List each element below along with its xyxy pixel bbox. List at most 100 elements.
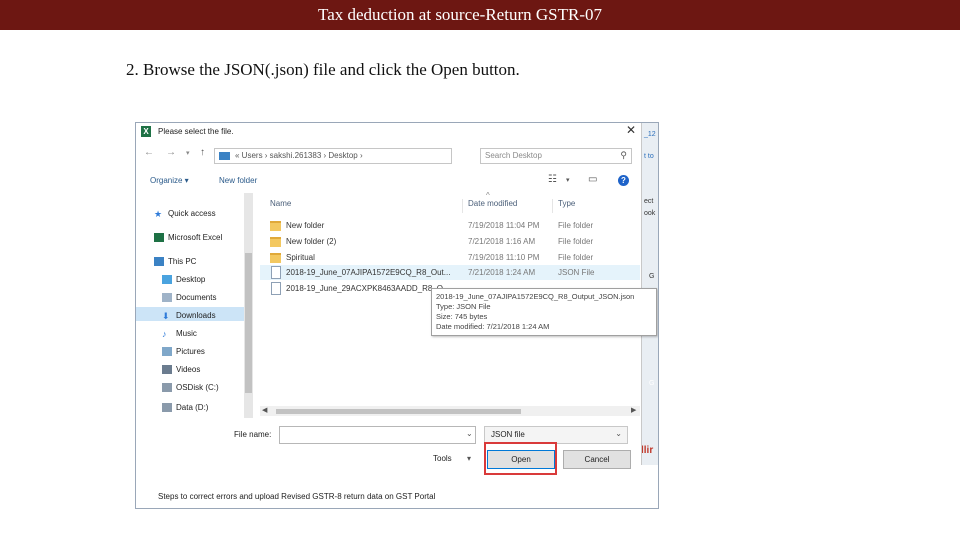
pictures-icon: [162, 347, 172, 357]
tooltip-date: Date modified: 7/21/2018 1:24 AM: [436, 322, 550, 331]
star-icon: ★: [154, 209, 163, 220]
desktop-icon: [162, 275, 172, 285]
file-type: File folder: [558, 237, 594, 246]
drive-icon: [162, 403, 172, 413]
horizontal-scroll-thumb[interactable]: [276, 409, 521, 414]
column-type[interactable]: Type: [558, 199, 575, 208]
file-tooltip: 2018-19_June_07AJIPA1572E9CQ_R8_Output_J…: [431, 288, 657, 336]
recent-dropdown-icon[interactable]: ▾: [186, 149, 190, 157]
sidebar-item-osdisk[interactable]: OSDisk (C:): [162, 383, 219, 393]
music-icon: ♪: [162, 329, 167, 340]
background-text: llir: [641, 445, 654, 456]
new-folder-button[interactable]: New folder: [219, 176, 257, 185]
file-type-value: JSON file: [491, 430, 525, 439]
background-text: G: [649, 273, 655, 280]
tooltip-filename: 2018-19_June_07AJIPA1572E9CQ_R8_Output_J…: [436, 292, 635, 301]
dialog-title: Please select the file.: [158, 127, 234, 136]
file-date: 7/19/2018 11:04 PM: [468, 221, 540, 230]
documents-icon: [162, 293, 172, 303]
background-note: Steps to correct errors and upload Revis…: [158, 492, 436, 501]
up-arrow-icon[interactable]: ↑: [200, 147, 205, 158]
background-document: [136, 465, 658, 508]
sidebar-scroll-thumb[interactable]: [245, 253, 252, 393]
file-row-selected[interactable]: 2018-19_June_07AJIPA1572E9CQ_R8_Out... 7…: [260, 265, 640, 280]
chevron-down-icon: ⌄: [615, 429, 622, 438]
file-icon: [271, 282, 281, 295]
videos-icon: [162, 365, 172, 375]
file-icon: [271, 266, 281, 279]
column-name[interactable]: Name: [270, 199, 291, 208]
file-type: File folder: [558, 253, 594, 262]
address-bar[interactable]: « Users › sakshi.261383 › Desktop › ⌄ ↻: [214, 148, 543, 164]
column-headers: ^ Name Date modified Type: [260, 191, 640, 215]
file-date: 7/19/2018 11:10 PM: [468, 253, 540, 262]
file-name: 2018-19_June_07AJIPA1572E9CQ_R8_Out...: [286, 268, 451, 277]
sidebar-item-videos[interactable]: Videos: [162, 365, 200, 375]
computer-icon: [154, 257, 164, 267]
file-name: 2018-19_June_29ACXPK8463AADD_R8_O...: [286, 284, 450, 293]
navigation-bar: ← → ▾ ↑ « Users › sakshi.261383 › Deskto…: [136, 145, 641, 164]
sidebar-item-documents[interactable]: Documents: [162, 293, 216, 303]
slide-title: Tax deduction at source-Return GSTR-07: [318, 5, 602, 24]
search-icon[interactable]: ⚲: [620, 150, 627, 161]
excel-icon: X: [141, 126, 151, 137]
dialog-toolbar: Organize ▾ New folder ☷ ▾ ▭ ?: [136, 171, 641, 189]
file-name: New folder: [286, 221, 325, 230]
file-name-input[interactable]: [279, 426, 476, 444]
background-text: ook: [644, 210, 656, 217]
tooltip-type: Type: JSON File: [436, 302, 491, 311]
folder-icon: [270, 237, 281, 247]
close-button[interactable]: ✕: [624, 123, 638, 137]
cancel-button[interactable]: Cancel: [563, 450, 631, 469]
tools-menu[interactable]: Tools: [433, 454, 452, 463]
file-row[interactable]: Spiritual 7/19/2018 11:10 PM File folder: [260, 250, 640, 265]
file-date: 7/21/2018 1:24 AM: [468, 268, 536, 277]
sidebar-item-pictures[interactable]: Pictures: [162, 347, 205, 357]
preview-pane-icon[interactable]: ▭: [588, 174, 597, 185]
file-row[interactable]: New folder 7/19/2018 11:04 PM File folde…: [260, 218, 640, 233]
file-type: JSON File: [558, 268, 595, 277]
chevron-down-icon[interactable]: ▾: [467, 454, 471, 463]
dialog-titlebar: X Please select the file. ✕: [136, 123, 641, 139]
sidebar-item-this-pc[interactable]: This PC: [154, 257, 196, 267]
open-button-highlight: [484, 442, 557, 475]
background-text: ect: [644, 198, 654, 205]
file-type: File folder: [558, 221, 594, 230]
view-options-icon[interactable]: ☷: [548, 174, 557, 185]
sidebar-item-downloads[interactable]: ⬇ Downloads: [162, 311, 216, 322]
scroll-left-icon[interactable]: ◀: [262, 406, 267, 414]
chevron-down-icon[interactable]: ⌄: [466, 429, 473, 438]
sidebar-item-music[interactable]: ♪ Music: [162, 329, 197, 340]
open-file-dialog: X Please select the file. ✕ ← → ▾ ↑ « Us…: [136, 123, 657, 475]
instruction-text: 2. Browse the JSON(.json) file and click…: [126, 60, 520, 79]
sidebar-item-desktop[interactable]: Desktop: [162, 275, 205, 285]
back-arrow-icon[interactable]: ←: [144, 147, 154, 158]
sidebar-item-excel[interactable]: Microsoft Excel: [154, 233, 222, 243]
chevron-down-icon[interactable]: ▾: [566, 176, 570, 184]
forward-arrow-icon[interactable]: →: [166, 147, 176, 158]
screenshot: _12 t to ect ook G G llir Steps to corre…: [135, 122, 659, 509]
computer-icon: [219, 152, 230, 160]
background-text: G: [649, 380, 655, 387]
breadcrumb[interactable]: « Users › sakshi.261383 › Desktop ›: [235, 151, 363, 160]
scroll-right-icon[interactable]: ▶: [631, 406, 636, 414]
file-name-label: File name:: [234, 430, 272, 439]
help-icon[interactable]: ?: [618, 175, 629, 186]
file-name: New folder (2): [286, 237, 337, 246]
search-input[interactable]: Search Desktop ⚲: [480, 148, 632, 164]
column-date-modified[interactable]: Date modified: [468, 199, 517, 208]
file-name: Spiritual: [286, 253, 315, 262]
download-icon: ⬇: [162, 311, 170, 322]
file-date: 7/21/2018 1:16 AM: [468, 237, 536, 246]
folder-icon: [270, 221, 281, 231]
organize-menu[interactable]: Organize ▾: [150, 176, 189, 185]
slide-title-banner: Tax deduction at source-Return GSTR-07: [0, 0, 960, 30]
background-text: t to: [644, 153, 654, 160]
file-row[interactable]: New folder (2) 7/21/2018 1:16 AM File fo…: [260, 234, 640, 249]
background-text: _12: [644, 131, 656, 138]
sidebar-item-quick-access[interactable]: ★ Quick access: [154, 209, 216, 220]
drive-icon: [162, 383, 172, 393]
folder-icon: [270, 253, 281, 263]
sidebar-item-data-drive[interactable]: Data (D:): [162, 403, 208, 413]
tooltip-size: Size: 745 bytes: [436, 312, 488, 321]
